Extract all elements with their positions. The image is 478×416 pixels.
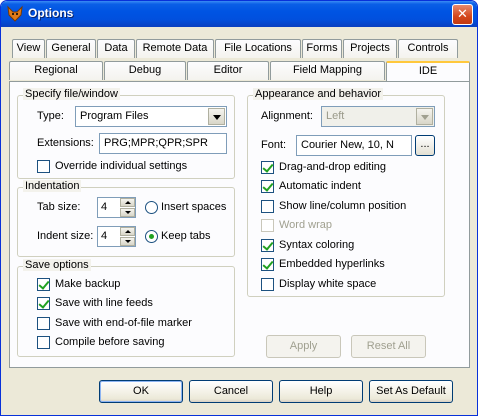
indentation-group-label: Indentation bbox=[23, 180, 82, 192]
tab-file-locations[interactable]: File Locations bbox=[215, 39, 301, 58]
display-white-space-label: Display white space bbox=[279, 278, 377, 290]
alignment-value: Left bbox=[326, 110, 345, 122]
show-line-column-checkbox[interactable] bbox=[261, 200, 274, 213]
indent-size-label: Indent size: bbox=[37, 230, 94, 242]
tab-size-label: Tab size: bbox=[37, 201, 81, 213]
chevron-down-icon[interactable] bbox=[208, 108, 225, 125]
ok-button[interactable]: OK bbox=[99, 380, 183, 403]
tab-size-spinner[interactable]: 4 bbox=[97, 197, 136, 218]
tab-size-value: 4 bbox=[101, 201, 108, 213]
syntax-coloring-label: Syntax coloring bbox=[279, 239, 355, 251]
word-wrap-label: Word wrap bbox=[279, 219, 332, 231]
font-field[interactable]: Courier New, 10, N bbox=[296, 135, 412, 156]
keep-tabs-label: Keep tabs bbox=[161, 230, 211, 242]
close-icon[interactable]: ✕ bbox=[452, 4, 473, 25]
automatic-indent-checkbox[interactable] bbox=[261, 180, 274, 193]
apply-button[interactable]: Apply bbox=[266, 335, 341, 358]
font-browse-button[interactable]: ... bbox=[415, 135, 435, 156]
override-label: Override individual settings bbox=[55, 160, 188, 172]
help-button[interactable]: Help bbox=[279, 380, 363, 403]
tab-editor[interactable]: Editor bbox=[187, 61, 269, 80]
tab-projects[interactable]: Projects bbox=[343, 39, 397, 58]
appearance-group-label: Appearance and behavior bbox=[253, 88, 383, 100]
compile-before-saving-label: Compile before saving bbox=[55, 336, 165, 348]
embedded-hyperlinks-label: Embedded hyperlinks bbox=[279, 258, 385, 270]
embedded-hyperlinks-checkbox[interactable] bbox=[261, 258, 274, 271]
spin-down-icon[interactable] bbox=[120, 237, 135, 246]
options-dialog: Options ✕ View General Data Remote Data … bbox=[0, 0, 478, 416]
tab-general[interactable]: General bbox=[46, 39, 96, 58]
drag-drop-checkbox[interactable] bbox=[261, 161, 274, 174]
alignment-select[interactable]: Left bbox=[321, 106, 435, 127]
extensions-label: Extensions: bbox=[37, 137, 94, 149]
font-label: Font: bbox=[261, 139, 287, 151]
save-line-feeds-label: Save with line feeds bbox=[55, 297, 153, 309]
spin-up-icon[interactable] bbox=[120, 227, 135, 236]
indent-size-spinner[interactable]: 4 bbox=[97, 226, 136, 247]
tab-forms[interactable]: Forms bbox=[302, 39, 342, 58]
spin-up-icon[interactable] bbox=[120, 198, 135, 207]
fox-app-icon bbox=[7, 5, 23, 22]
spin-down-icon[interactable] bbox=[120, 208, 135, 217]
save-eof-marker-label: Save with end-of-file marker bbox=[55, 317, 192, 329]
word-wrap-checkbox[interactable] bbox=[261, 219, 274, 232]
keep-tabs-radio[interactable] bbox=[145, 230, 158, 243]
extensions-input[interactable]: PRG;MPR;QPR;SPR bbox=[99, 133, 227, 154]
tab-regional[interactable]: Regional bbox=[9, 61, 103, 80]
display-white-space-checkbox[interactable] bbox=[261, 278, 274, 291]
save-line-feeds-checkbox[interactable] bbox=[37, 297, 50, 310]
make-backup-label: Make backup bbox=[55, 278, 121, 290]
type-select[interactable]: Program Files bbox=[75, 106, 227, 127]
tab-field-mapping[interactable]: Field Mapping bbox=[270, 61, 385, 80]
chevron-down-icon[interactable] bbox=[416, 108, 433, 125]
alignment-label: Alignment: bbox=[261, 110, 313, 122]
syntax-coloring-checkbox[interactable] bbox=[261, 239, 274, 252]
tab-view[interactable]: View bbox=[12, 39, 45, 58]
title-bar[interactable]: Options ✕ bbox=[1, 1, 477, 27]
tab-ide[interactable]: IDE bbox=[386, 61, 470, 81]
automatic-indent-label: Automatic indent bbox=[279, 180, 361, 192]
save-options-group-label: Save options bbox=[23, 259, 91, 271]
override-checkbox[interactable] bbox=[37, 160, 50, 173]
tab-debug[interactable]: Debug bbox=[104, 61, 186, 80]
save-eof-marker-checkbox[interactable] bbox=[37, 317, 50, 330]
drag-drop-label: Drag-and-drop editing bbox=[279, 161, 387, 173]
indent-size-value: 4 bbox=[101, 230, 108, 242]
tab-remote-data[interactable]: Remote Data bbox=[136, 39, 214, 58]
type-value: Program Files bbox=[80, 110, 149, 122]
tab-controls[interactable]: Controls bbox=[398, 39, 458, 58]
window-title: Options bbox=[28, 6, 74, 20]
reset-all-button[interactable]: Reset All bbox=[351, 335, 426, 358]
insert-spaces-radio[interactable] bbox=[145, 201, 158, 214]
compile-before-saving-checkbox[interactable] bbox=[37, 336, 50, 349]
specify-group-label: Specify file/window bbox=[23, 88, 120, 100]
insert-spaces-label: Insert spaces bbox=[161, 201, 227, 213]
set-as-default-button[interactable]: Set As Default bbox=[369, 380, 453, 403]
cancel-button[interactable]: Cancel bbox=[189, 380, 273, 403]
tab-data[interactable]: Data bbox=[97, 39, 135, 58]
type-label: Type: bbox=[37, 110, 64, 122]
show-line-column-label: Show line/column position bbox=[279, 200, 407, 212]
make-backup-checkbox[interactable] bbox=[37, 278, 50, 291]
